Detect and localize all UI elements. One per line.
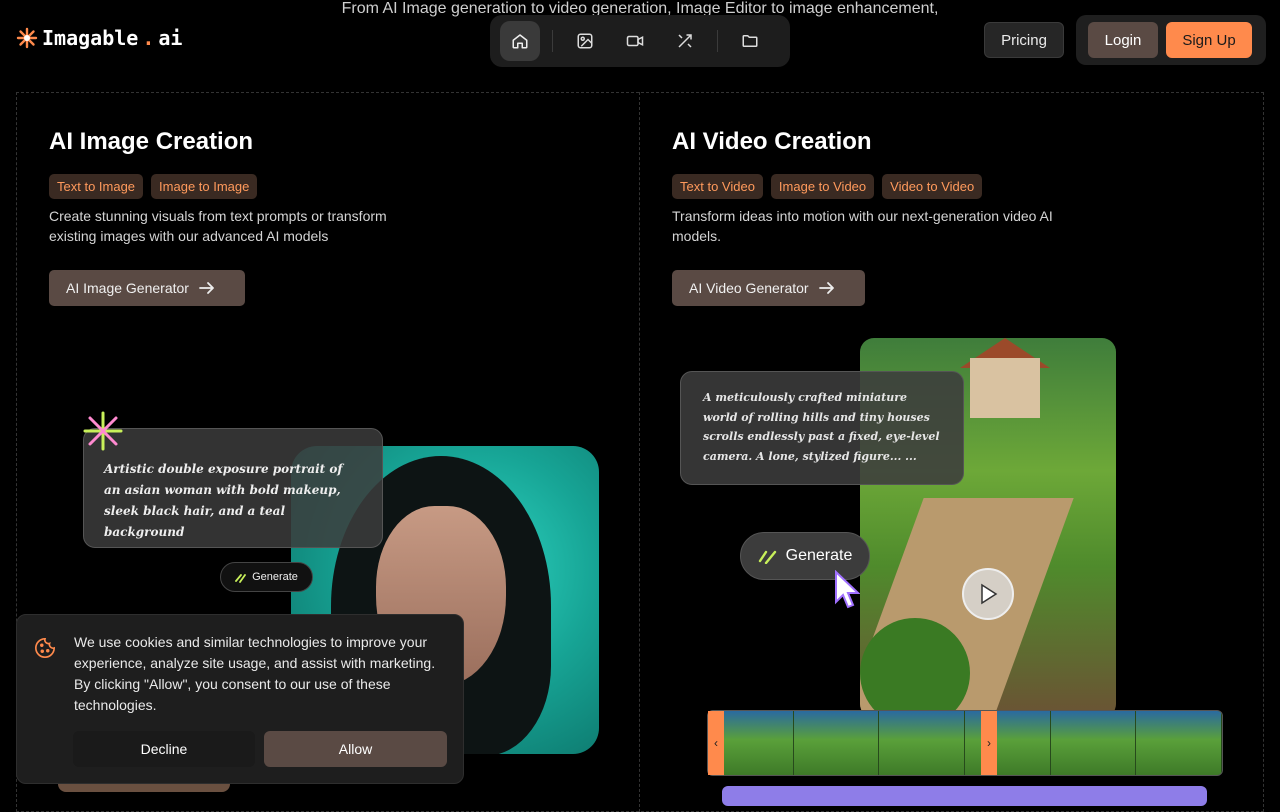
nav-divider [552, 30, 553, 52]
video-generator-button[interactable]: AI Video Generator [672, 270, 865, 306]
audio-waveform [722, 786, 1207, 806]
image-chips: Text to Image Image to Image [49, 174, 258, 199]
video-section-description: Transform ideas into motion with our nex… [672, 208, 1053, 244]
arrow-right-icon [199, 282, 214, 294]
timeline-end-handle[interactable]: › [981, 711, 997, 775]
chip-video-to-video[interactable]: Video to Video [882, 174, 983, 199]
wand-icon [235, 574, 246, 583]
main-nav [490, 15, 790, 67]
play-icon [981, 583, 998, 605]
sparkle-icon [83, 411, 123, 451]
logo[interactable]: Imagable. ai [16, 26, 182, 50]
image-prompt-card: Artistic double exposure portrait of an … [83, 428, 383, 548]
magic-tools-icon [678, 34, 692, 48]
image-section-title: AI Image Creation [49, 128, 254, 155]
decline-button[interactable]: Decline [73, 731, 255, 767]
cookie-icon [35, 638, 55, 658]
video-generate-label: Generate [785, 547, 853, 564]
nav-image-button[interactable] [565, 21, 605, 61]
image-generator-button[interactable]: AI Image Generator [49, 270, 245, 306]
cursor-icon [835, 570, 860, 609]
nav-divider [717, 30, 718, 52]
image-generate-label: Generate [252, 571, 298, 583]
card-edge [58, 784, 230, 792]
logo-suffix: ai [158, 26, 183, 50]
video-timeline[interactable] [707, 710, 1223, 776]
image-section-description: Create stunning visuals from text prompt… [49, 208, 387, 244]
home-icon [512, 34, 528, 49]
nav-folder-button[interactable] [730, 21, 770, 61]
image-icon [577, 33, 593, 49]
logo-dot: . [142, 26, 155, 50]
wand-icon [758, 550, 776, 564]
cookie-text: We use cookies and similar technologies … [74, 634, 436, 713]
section-divider [639, 92, 640, 812]
login-button[interactable]: Login [1088, 22, 1158, 58]
signup-button[interactable]: Sign Up [1166, 22, 1252, 58]
nav-video-button[interactable] [615, 21, 655, 61]
video-icon [626, 35, 644, 47]
video-section-title: AI Video Creation [672, 128, 872, 155]
image-generator-label: AI Image Generator [66, 280, 189, 296]
timeline-start-handle[interactable]: ‹ [708, 711, 724, 775]
image-generate-button[interactable]: Generate [220, 562, 313, 592]
play-button[interactable] [962, 568, 1014, 620]
folder-icon [742, 35, 758, 47]
nav-tools-button[interactable] [665, 21, 705, 61]
chip-image-to-image[interactable]: Image to Image [151, 174, 258, 199]
arrow-right-icon [818, 282, 834, 294]
pricing-button[interactable]: Pricing [984, 22, 1064, 58]
logo-text: Imagable [42, 26, 139, 50]
chip-text-to-video[interactable]: Text to Video [672, 174, 763, 199]
video-chips: Text to Video Image to Video Video to Vi… [672, 174, 983, 199]
video-generator-label: AI Video Generator [689, 280, 809, 296]
allow-button[interactable]: Allow [264, 731, 447, 767]
logo-sparkle-icon [16, 27, 38, 49]
chip-image-to-video[interactable]: Image to Video [770, 174, 875, 199]
nav-home-button[interactable] [500, 21, 540, 61]
chip-text-to-image[interactable]: Text to Image [49, 174, 144, 199]
video-prompt-card: A meticulously crafted miniature world o… [680, 371, 964, 485]
